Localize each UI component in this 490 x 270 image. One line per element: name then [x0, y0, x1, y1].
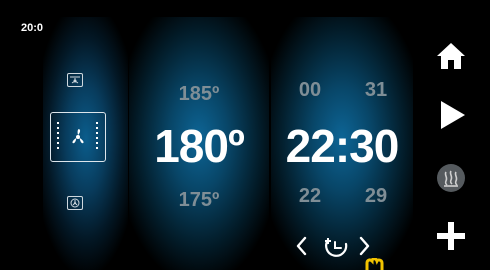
top-heat-icon[interactable]: [67, 73, 83, 87]
minutes-above[interactable]: 31: [351, 79, 401, 102]
minutes-below[interactable]: 29: [351, 185, 401, 208]
touch-cursor-icon: [365, 258, 384, 270]
hours-above[interactable]: 00: [285, 79, 335, 102]
play-icon[interactable]: [435, 100, 467, 130]
chevron-left-icon[interactable]: [296, 236, 307, 256]
oven-screen: 20:00 185º 180º 175º 00 31 22:30 22 29: [9, 12, 483, 270]
sidebar: [417, 12, 483, 270]
temperature-below[interactable]: 175º: [129, 189, 269, 212]
right-heater-dots: [96, 122, 98, 152]
grill-fan-icon[interactable]: [67, 196, 83, 210]
temperature-roller[interactable]: 185º 180º 175º: [129, 17, 269, 270]
temperature-above[interactable]: 185º: [129, 83, 269, 106]
fan-icon: [72, 129, 84, 144]
time-value[interactable]: 22:30: [271, 119, 413, 173]
hours-below[interactable]: 22: [285, 185, 335, 208]
plus-icon[interactable]: [435, 220, 467, 252]
timer-end-icon[interactable]: [325, 238, 348, 257]
timer-controls: [295, 234, 375, 258]
temperature-value[interactable]: 180º: [129, 119, 269, 173]
time-roller[interactable]: 00 31 22:30 22 29: [271, 17, 413, 270]
mode-selector[interactable]: [43, 17, 129, 270]
fan-heat-mode-selected[interactable]: [50, 112, 106, 162]
left-heater-dots: [57, 122, 59, 152]
home-icon[interactable]: [435, 41, 467, 71]
chevron-right-icon[interactable]: [359, 236, 370, 256]
steam-icon[interactable]: [435, 162, 467, 194]
